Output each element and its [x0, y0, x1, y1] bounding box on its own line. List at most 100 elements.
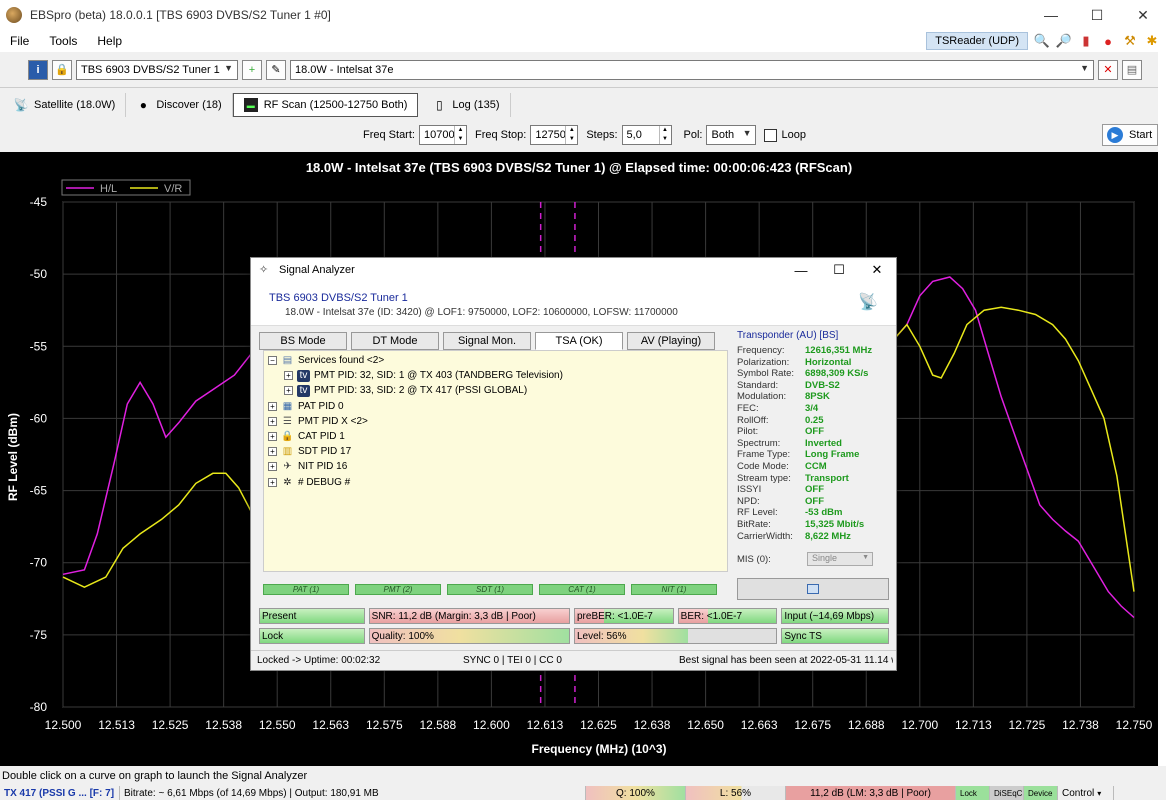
tp-key: Frequency:: [737, 345, 785, 356]
tv-icon: tv: [297, 384, 310, 397]
x-tick-label: 12.725: [1009, 718, 1046, 732]
tab-signal-mon[interactable]: Signal Mon.: [443, 332, 531, 350]
quality-meter: Quality: 100%: [368, 628, 570, 644]
steps-input[interactable]: 5,0 ▲ ▼: [621, 125, 672, 145]
tree-row[interactable]: + ✈ NIT PID 16: [268, 459, 723, 474]
tp-row: Symbol Rate: 6898,309 KS/s: [737, 368, 889, 380]
tree-row[interactable]: + tv PMT PID: 33, SID: 2 @ TX 417 (PSSI …: [268, 383, 723, 398]
zoom-icon[interactable]: 🔎: [1056, 33, 1072, 49]
tab-rfscan[interactable]: ▬ RF Scan (12500-12750 Both): [232, 93, 419, 117]
tree-label: PMT PID X <2>: [298, 415, 368, 427]
transponder-panel: Transponder (AU) [BS] Frequency: 12616,35…: [737, 330, 889, 574]
minimize-button[interactable]: —: [1028, 0, 1074, 30]
expand-icon[interactable]: +: [268, 432, 277, 442]
x-tick-label: 12.750: [1116, 718, 1153, 732]
x-tick-label: 12.563: [312, 718, 349, 732]
tp-value: OFF: [805, 484, 824, 496]
collapse-icon[interactable]: −: [268, 356, 277, 366]
tab-dt-mode[interactable]: DT Mode: [351, 332, 439, 350]
x-tick-label: 12.663: [741, 718, 778, 732]
tab-bs-mode[interactable]: BS Mode: [259, 332, 347, 350]
dialog-close-button[interactable]: ✕: [858, 258, 896, 282]
search-icon[interactable]: 🔍: [1034, 33, 1050, 49]
expand-icon[interactable]: +: [268, 416, 277, 426]
expand-icon[interactable]: +: [268, 477, 277, 487]
expand-icon[interactable]: +: [268, 401, 277, 411]
tab-discover[interactable]: ● Discover (18): [126, 93, 233, 117]
puzzle-icon[interactable]: ✱: [1144, 33, 1160, 49]
mis-select[interactable]: Single ▼: [807, 552, 873, 566]
spinner-icon[interactable]: ▲ ▼: [453, 126, 466, 144]
expand-icon[interactable]: +: [284, 386, 293, 396]
y-axis-label: RF Level (dBm): [6, 413, 20, 501]
y-tick-label: -60: [30, 411, 48, 425]
tab-av[interactable]: AV (Playing): [627, 332, 715, 350]
satellite-icon: 📡: [13, 98, 29, 112]
sync-meter: Sync TS: [781, 628, 889, 644]
delete-icon[interactable]: ✕: [1098, 59, 1118, 80]
bottom-service[interactable]: TX 417 (PSSI G ... [F: 7]: [0, 786, 120, 800]
tab-log[interactable]: ▯ Log (135): [422, 93, 511, 117]
pid-bar-cat: CAT (1): [539, 584, 625, 595]
tree-row[interactable]: + ✲ # DEBUG #: [268, 475, 723, 490]
save-icon[interactable]: ▤: [1122, 59, 1142, 80]
tree-label: PMT PID: 33, SID: 2 @ TX 417 (PSSI GLOBA…: [314, 385, 528, 397]
chart-title: 18.0W - Intelsat 37e (TBS 6903 DVBS/S2 T…: [306, 160, 852, 175]
tab-tsa[interactable]: TSA (OK): [535, 332, 623, 350]
close-button[interactable]: ✕: [1120, 0, 1166, 30]
lock-icon[interactable]: 🔒: [52, 59, 72, 80]
dialog-minimize-button[interactable]: —: [782, 258, 820, 282]
y-tick-label: -75: [30, 628, 48, 642]
tree-row[interactable]: + tv PMT PID: 32, SID: 1 @ TX 403 (TANDB…: [268, 368, 723, 383]
tuner-select[interactable]: TBS 6903 DVBS/S2 Tuner 1 ▼: [76, 59, 238, 80]
expand-icon[interactable]: +: [268, 447, 277, 457]
tp-key: FEC:: [737, 402, 759, 414]
tools-icon[interactable]: ⚒: [1122, 33, 1138, 49]
input-meter: Input (~14,69 Mbps): [781, 608, 889, 624]
legend-vr: V/R: [164, 183, 182, 195]
legend-hl: H/L: [100, 183, 117, 195]
tree-label: NIT PID 16: [298, 461, 348, 473]
tree-row[interactable]: + ▥ SDT PID 17: [268, 444, 723, 459]
maximize-button[interactable]: ☐: [1074, 0, 1120, 30]
present-text: Present: [262, 610, 297, 622]
tree-row[interactable]: + ☰ PMT PID X <2>: [268, 414, 723, 429]
tp-row: Stream type: Transport: [737, 473, 889, 485]
menu-tools[interactable]: Tools: [39, 34, 87, 48]
right-scrollbar[interactable]: [1158, 52, 1166, 766]
tree-label: PMT PID: 32, SID: 1 @ TX 403 (TANDBERG T…: [314, 370, 563, 382]
tab-satellite[interactable]: 📡 Satellite (18.0W): [4, 93, 127, 117]
chart-icon[interactable]: ▮: [1078, 33, 1094, 49]
transponder-action-button[interactable]: [737, 578, 889, 600]
start-button[interactable]: ▶ Start: [1102, 124, 1158, 146]
tp-row: Pilot: OFF: [737, 426, 889, 438]
window-controls: — ☐ ✕: [1028, 0, 1166, 30]
dialog-controls: — ☐ ✕: [782, 258, 896, 282]
tp-row: BitRate: 15,325 Mbit/s: [737, 519, 889, 531]
edit-icon[interactable]: ✎: [266, 59, 286, 80]
tree-row[interactable]: + 🔒 CAT PID 1: [268, 429, 723, 444]
pol-select[interactable]: Both ▼: [706, 125, 757, 145]
dialog-status-bar: Locked -> Uptime: 00:02:32 SYNC 0 | TEI …: [251, 650, 896, 670]
spinner-icon[interactable]: ▲ ▼: [565, 126, 577, 144]
freq-start-input[interactable]: 10700 ▲ ▼: [418, 125, 467, 145]
satellite-select[interactable]: 18.0W - Intelsat 37e ▼: [290, 59, 1094, 80]
spinner-icon[interactable]: ▲ ▼: [658, 126, 671, 144]
tree-row[interactable]: − ▤ Services found <2>: [268, 353, 723, 368]
tp-value: Long Frame: [805, 449, 860, 461]
freq-start-label: Freq Start:: [363, 129, 415, 141]
info-button[interactable]: i: [28, 59, 48, 80]
menu-file[interactable]: File: [0, 34, 39, 48]
freq-stop-input[interactable]: 12750 ▲ ▼: [530, 125, 579, 145]
loop-checkbox[interactable]: [764, 128, 778, 142]
bottom-control[interactable]: Control ▾: [1058, 786, 1114, 800]
tp-key: BitRate:: [737, 518, 771, 530]
add-transponder-icon[interactable]: +: [242, 59, 262, 80]
tsreader-button[interactable]: TSReader (UDP): [926, 32, 1028, 50]
record-icon[interactable]: ●: [1100, 33, 1116, 49]
expand-icon[interactable]: +: [284, 371, 293, 381]
tree-row[interactable]: + ▦ PAT PID 0: [268, 399, 723, 414]
dialog-maximize-button[interactable]: ☐: [820, 258, 858, 282]
expand-icon[interactable]: +: [268, 462, 277, 472]
menu-help[interactable]: Help: [87, 34, 132, 48]
